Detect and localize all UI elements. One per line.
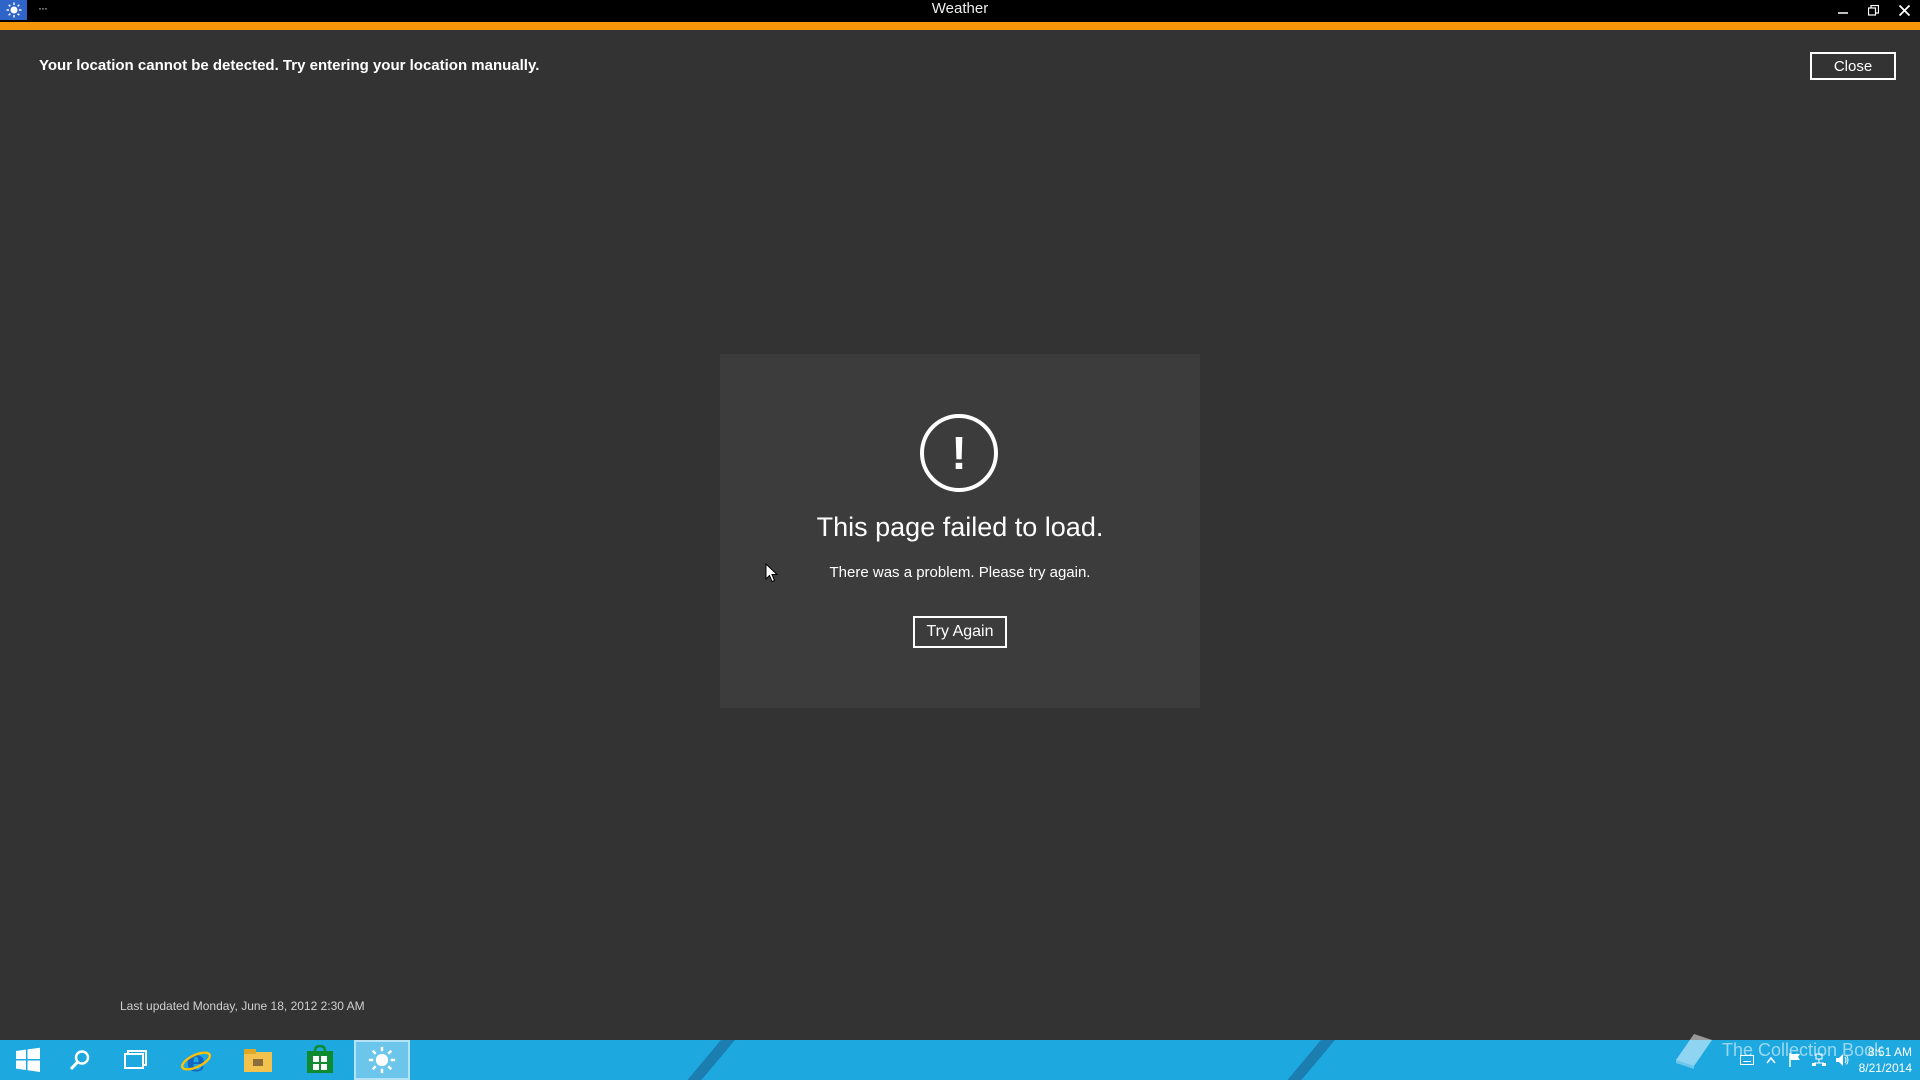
file-explorer-button[interactable] (230, 1040, 286, 1080)
start-button[interactable] (0, 1040, 56, 1080)
book-logo-icon (1676, 1034, 1712, 1069)
store-icon (307, 1045, 333, 1073)
notification-accent-bar (0, 22, 1920, 30)
task-view-icon (124, 1050, 147, 1069)
taskbar-decoration (670, 1040, 744, 1080)
internet-explorer-button[interactable]: e (168, 1040, 224, 1080)
file-explorer-icon (244, 1049, 272, 1072)
window-title: Weather (931, 0, 989, 17)
store-button[interactable] (292, 1040, 348, 1080)
try-again-button[interactable]: Try Again (913, 616, 1007, 648)
close-icon (1899, 4, 1910, 16)
restore-button[interactable] (1858, 0, 1889, 20)
error-panel: ! This page failed to load. There was a … (720, 354, 1200, 708)
error-title: This page failed to load. (816, 512, 1104, 542)
weather-taskbar-button[interactable] (354, 1040, 410, 1080)
start-icon (16, 1047, 40, 1072)
search-button[interactable] (52, 1040, 108, 1080)
taskbar-decoration (1270, 1040, 1344, 1080)
minimize-button[interactable] (1827, 0, 1858, 20)
restore-icon (1868, 4, 1879, 16)
minimize-icon (1837, 12, 1848, 14)
task-view-button[interactable] (108, 1040, 164, 1080)
search-icon (69, 1050, 90, 1071)
weather-app-icon[interactable] (0, 0, 27, 20)
app-menu-button[interactable]: ··· (38, 1, 48, 15)
mouse-cursor-icon (765, 563, 779, 583)
internet-explorer-icon: e (180, 1044, 212, 1076)
watermark-text: The Collection Book (1722, 1039, 1884, 1060)
notification-close-button[interactable]: Close (1810, 52, 1896, 80)
close-window-button[interactable] (1889, 0, 1920, 20)
weather-icon (368, 1046, 396, 1074)
svg-text:e: e (186, 1044, 205, 1076)
taskbar: e 8:51 AM 8/21/2014 (0, 1040, 1920, 1080)
location-notification: Your location cannot be detected. Try en… (39, 57, 540, 74)
error-message: There was a problem. Please try again. (829, 564, 1091, 581)
last-updated-text: Last updated Monday, June 18, 2012 2:30 … (120, 999, 365, 1013)
alert-icon: ! (920, 414, 998, 492)
window-controls (1827, 0, 1920, 20)
title-bar: ··· Weather (0, 0, 1920, 22)
watermark: The Collection Book (1672, 1030, 1883, 1070)
